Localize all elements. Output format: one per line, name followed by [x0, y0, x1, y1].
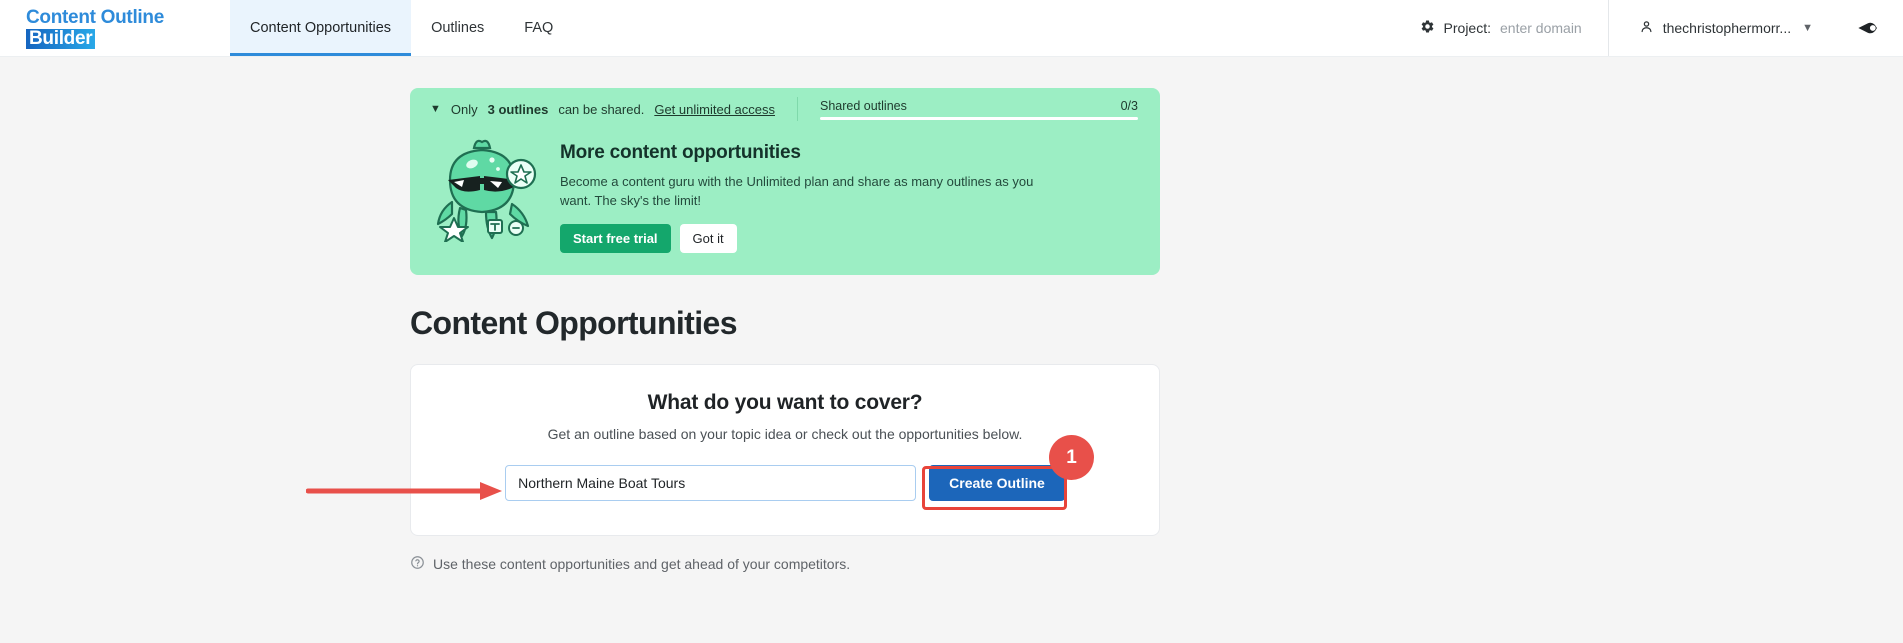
progress-label: Shared outlines: [820, 98, 907, 113]
user-icon: [1639, 19, 1654, 37]
banner-heading: More content opportunities: [560, 142, 801, 163]
notice-count: 3 outlines: [487, 101, 549, 117]
got-it-button[interactable]: Got it: [679, 223, 737, 253]
topic-input[interactable]: [505, 464, 917, 501]
semrush-logo-icon[interactable]: [1831, 0, 1903, 56]
project-selector[interactable]: Project: enter domain: [1394, 0, 1608, 56]
get-unlimited-access-link[interactable]: Get unlimited access: [654, 102, 775, 117]
tab-outlines[interactable]: Outlines: [411, 0, 504, 56]
top-navigation-bar: Content Outline Builder Content Opportun…: [0, 0, 1903, 57]
page-body: ▼ Only 3 outlines can be shared. Get unl…: [0, 57, 1903, 643]
tab-label: FAQ: [524, 20, 554, 36]
hint-row: Use these content opportunities and get …: [410, 555, 1160, 573]
progress-bar-track: [820, 116, 1138, 120]
banner-body: More content opportunities Become a cont…: [410, 130, 1160, 275]
project-label: Project:: [1443, 20, 1491, 36]
account-name: thechristophermorr...: [1662, 20, 1792, 36]
shared-outlines-progress: Shared outlines 0/3: [820, 88, 1138, 130]
page-title: Content Opportunities: [410, 304, 738, 341]
progress-value: 0/3: [1120, 98, 1138, 113]
notice-suffix: can be shared.: [558, 101, 645, 117]
card-heading: What do you want to cover?: [647, 390, 923, 414]
account-menu[interactable]: thechristophermorr... ▼: [1609, 0, 1831, 56]
banner-text-block: More content opportunities Become a cont…: [560, 136, 1140, 253]
upgrade-banner: ▼ Only 3 outlines can be shared. Get unl…: [410, 88, 1160, 275]
hint-text: Use these content opportunities and get …: [433, 555, 851, 572]
chevron-down-icon[interactable]: ▼: [430, 103, 441, 115]
project-value: enter domain: [1500, 20, 1582, 36]
tab-label: Content Opportunities: [250, 20, 392, 36]
topic-form-card: What do you want to cover? Get an outlin…: [410, 363, 1160, 536]
question-circle-icon: [410, 555, 425, 573]
tab-content-opportunities[interactable]: Content Opportunities: [230, 0, 412, 56]
topic-form-row: Create Outline: [447, 464, 1123, 501]
logo-line-one: Content Outline: [26, 6, 164, 28]
content-column: ▼ Only 3 outlines can be shared. Get unl…: [410, 57, 1160, 573]
chevron-down-icon: ▼: [1802, 22, 1813, 34]
notice-prefix: Only: [450, 101, 478, 117]
logo-line-two: Builder: [26, 28, 96, 49]
main-tabs: Content Opportunities Outlines FAQ: [230, 0, 573, 56]
banner-actions: Start free trial Got it: [560, 223, 1140, 253]
create-outline-button[interactable]: Create Outline: [929, 464, 1065, 501]
start-free-trial-button[interactable]: Start free trial: [560, 223, 671, 253]
banner-notice-row: ▼ Only 3 outlines can be shared. Get unl…: [410, 88, 1160, 130]
banner-notice: ▼ Only 3 outlines can be shared. Get unl…: [430, 102, 775, 117]
banner-separator: [797, 97, 798, 121]
card-subtitle: Get an outline based on your topic idea …: [547, 425, 1023, 442]
tab-label: Outlines: [431, 20, 485, 36]
tab-faq[interactable]: FAQ: [504, 0, 573, 56]
gear-icon: [1420, 19, 1435, 37]
banner-description: Become a content guru with the Unlimited…: [560, 174, 1034, 208]
app-logo[interactable]: Content Outline Builder: [0, 0, 230, 56]
octopus-mascot-illustration: [430, 136, 542, 243]
